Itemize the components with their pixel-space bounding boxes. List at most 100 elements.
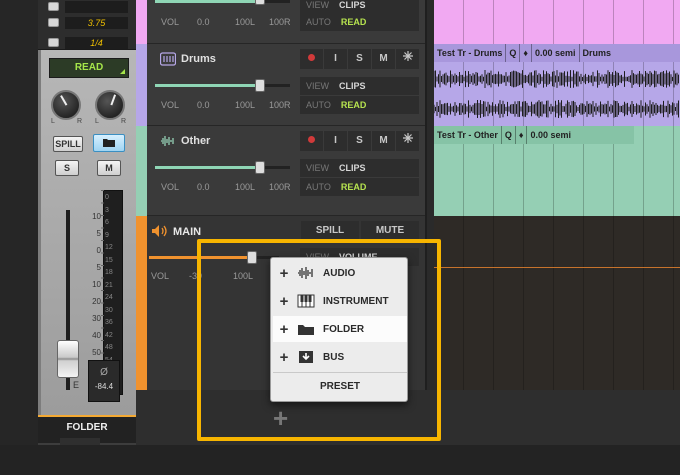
vol-value[interactable]: 0.0 xyxy=(197,100,235,110)
track-color-drums xyxy=(136,44,147,126)
view-panel[interactable]: VIEW CLIPS xyxy=(300,159,419,177)
phase-peak-box: Ø -84.4 xyxy=(88,360,120,402)
spill-button[interactable]: SPILL xyxy=(301,221,359,241)
slot-toggle[interactable] xyxy=(48,18,59,27)
mute-button[interactable]: M xyxy=(372,131,395,151)
scale-tick: 5 xyxy=(96,229,101,238)
slider-fill xyxy=(155,166,260,169)
slot-value: 3.75 xyxy=(65,16,128,29)
phase-symbol[interactable]: Ø xyxy=(89,367,119,378)
view-label: VIEW xyxy=(306,81,330,91)
menu-item-label: AUDIO xyxy=(323,267,356,279)
quantize-toggle[interactable]: Q xyxy=(502,126,516,144)
vol-label: VOL xyxy=(161,182,180,192)
input-monitor-button[interactable]: I xyxy=(324,131,347,151)
pan-r-label: R xyxy=(121,118,127,125)
track-volume-slider[interactable] xyxy=(155,161,290,174)
main-volume-automation-line[interactable] xyxy=(434,267,680,268)
lane-top[interactable] xyxy=(434,0,680,44)
automation-mode-select[interactable]: READ xyxy=(49,58,129,78)
tune-value[interactable]: 0.00 semi xyxy=(527,126,574,144)
tune-value[interactable]: 0.00 semi xyxy=(532,44,580,62)
track-volume-slider[interactable] xyxy=(155,79,290,92)
insert-slot-row[interactable] xyxy=(48,0,128,13)
vol-value[interactable]: 0.0 xyxy=(197,17,235,27)
clip-header-drums[interactable]: Test Tr - Drums Q ♦ 0.00 semi Drums xyxy=(434,44,680,62)
scale-tick: 30 xyxy=(92,314,101,323)
slider-fill xyxy=(155,84,260,87)
menu-item-preset[interactable]: PRESET xyxy=(273,375,407,399)
track-buttons: I S M xyxy=(300,131,419,151)
meter-tick: 6 xyxy=(105,219,109,226)
quantize-toggle[interactable]: Q xyxy=(506,44,521,62)
menu-item-instrument[interactable]: + INSTRUMENT xyxy=(273,288,407,314)
slider-handle[interactable] xyxy=(255,0,265,5)
lane-drums[interactable]: Test Tr - Drums Q ♦ 0.00 semi Drums xyxy=(434,44,680,126)
view-panel[interactable]: VIEW CLIPS xyxy=(300,77,419,95)
solo-button[interactable]: S xyxy=(348,49,371,69)
pan-right-value[interactable]: 100R xyxy=(269,100,291,110)
waveform xyxy=(434,70,679,88)
freeze-button[interactable] xyxy=(396,131,419,151)
folder-open-button[interactable] xyxy=(93,134,125,152)
record-arm-button[interactable] xyxy=(300,131,323,151)
insert-slot-row[interactable]: 1/4 xyxy=(48,36,128,49)
pan-left-value[interactable]: 100L xyxy=(235,100,269,110)
lane-main[interactable] xyxy=(434,216,680,390)
track-volume-slider[interactable] xyxy=(155,0,290,5)
pan-knob-right[interactable] xyxy=(95,90,125,120)
lane-other[interactable]: Test Tr - Other Q ♦ 0.00 semi xyxy=(434,126,680,216)
track-vol-row: VOL 0.0 100L 100R xyxy=(161,100,291,110)
track-name[interactable]: MAIN xyxy=(173,226,201,238)
slot-toggle[interactable] xyxy=(48,38,59,47)
drum-kit-icon xyxy=(160,52,176,66)
slider-handle[interactable] xyxy=(255,161,265,174)
meter-tick: 30 xyxy=(105,306,113,314)
meter-tick: 42 xyxy=(105,331,113,339)
track-other: Other I S M VOL 0.0 100L 100R VIEW CLIPS xyxy=(147,126,425,216)
plus-icon: + xyxy=(279,348,289,366)
tune-icon[interactable]: ♦ xyxy=(520,44,532,62)
record-arm-button[interactable] xyxy=(300,49,323,69)
clip-header-other[interactable]: Test Tr - Other Q ♦ 0.00 semi xyxy=(434,126,634,144)
view-panel[interactable]: VIEW CLIPS xyxy=(300,0,419,14)
auto-panel[interactable]: AUTO READ xyxy=(300,13,419,31)
scale-tick: 5 xyxy=(96,263,101,272)
spill-button[interactable]: SPILL xyxy=(53,136,83,152)
freeze-button[interactable] xyxy=(396,49,419,69)
auto-panel[interactable]: AUTO READ xyxy=(300,178,419,196)
auto-value: READ xyxy=(340,17,367,27)
slider-handle[interactable] xyxy=(255,79,265,92)
solo-button[interactable]: S xyxy=(55,160,79,176)
auto-value: READ xyxy=(340,182,367,192)
vol-value[interactable]: 0.0 xyxy=(197,182,235,192)
pan-knob-left[interactable] xyxy=(51,90,81,120)
menu-item-audio[interactable]: + AUDIO xyxy=(273,260,407,286)
input-monitor-button[interactable]: I xyxy=(324,49,347,69)
mute-button[interactable]: MUTE xyxy=(361,221,419,241)
daw-window: 3.75 1/4 READ L R L R SPILL S M E 10 5 0… xyxy=(0,0,680,475)
menu-item-folder[interactable]: + FOLDER xyxy=(273,316,407,342)
auto-panel[interactable]: AUTO READ xyxy=(300,96,419,114)
view-label: VIEW xyxy=(306,163,330,173)
audio-waveform-icon xyxy=(295,265,317,281)
mute-button[interactable]: M xyxy=(372,49,395,69)
pan-right-value[interactable]: 100R xyxy=(269,182,291,192)
menu-item-label: BUS xyxy=(323,351,345,363)
pan-left-value[interactable]: 100L xyxy=(235,17,269,27)
slot-toggle[interactable] xyxy=(48,2,59,11)
solo-button[interactable]: S xyxy=(348,131,371,151)
track-name[interactable]: Other xyxy=(181,135,210,147)
menu-item-bus[interactable]: + BUS xyxy=(273,344,407,370)
mute-button[interactable]: M xyxy=(97,160,121,176)
plus-icon: + xyxy=(279,292,289,310)
meter-tick: 21 xyxy=(105,281,113,289)
track-name[interactable]: Drums xyxy=(181,53,216,65)
pan-right-value[interactable]: 100R xyxy=(269,17,291,27)
fader-e-label: E xyxy=(73,380,80,390)
pan-left-value[interactable]: 100L xyxy=(235,182,269,192)
volume-fader-handle[interactable] xyxy=(57,340,79,378)
track-color-top xyxy=(136,0,147,44)
insert-slot-row[interactable]: 3.75 xyxy=(48,16,128,29)
tune-icon[interactable]: ♦ xyxy=(516,126,528,144)
